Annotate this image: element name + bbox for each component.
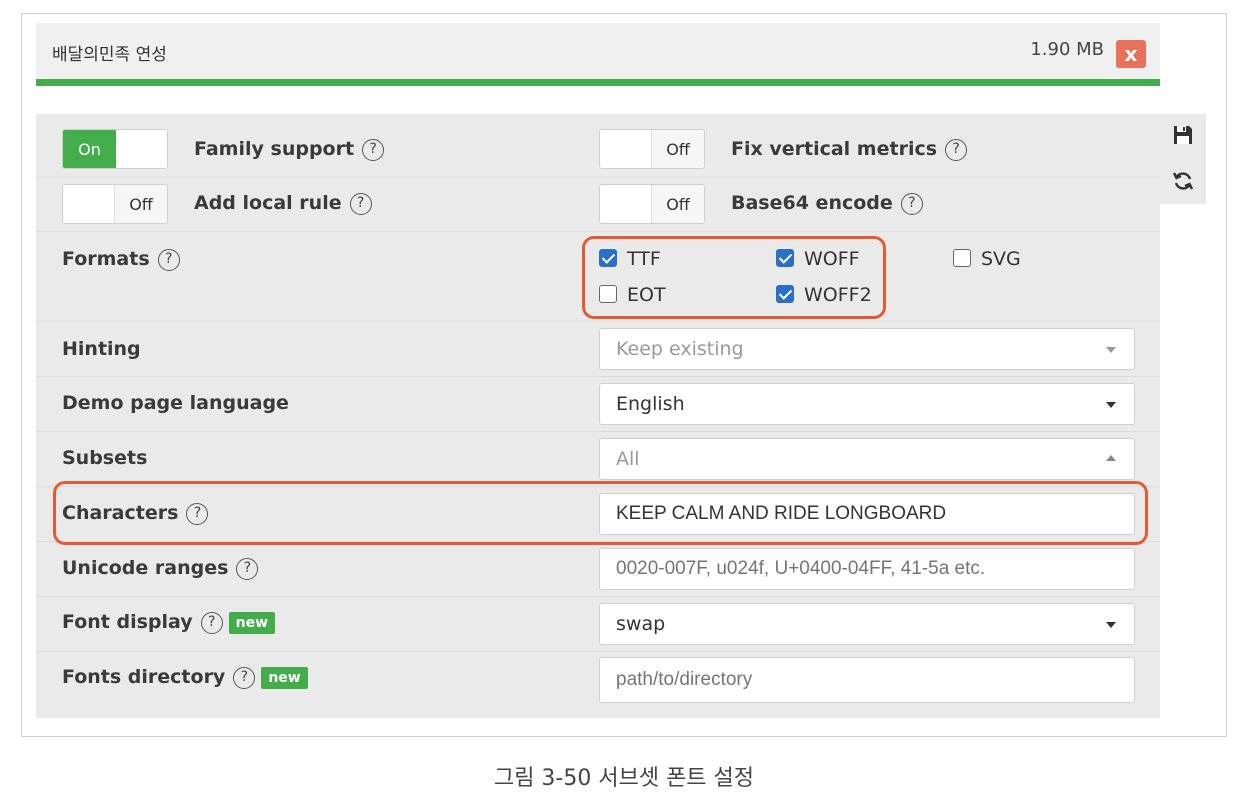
family-support-label: Family support?: [194, 138, 385, 161]
add-local-rule-label: Add local rule?: [194, 192, 372, 215]
help-icon[interactable]: ?: [362, 138, 385, 161]
help-icon[interactable]: ?: [349, 192, 372, 215]
formats-label: Formats?: [62, 248, 180, 271]
checkbox-checked-icon: [599, 249, 617, 267]
save-icon[interactable]: [1172, 124, 1194, 146]
format-woff-checkbox[interactable]: WOFF: [776, 248, 860, 270]
fonts-directory-input[interactable]: [599, 657, 1135, 703]
help-icon[interactable]: ?: [900, 192, 923, 215]
hinting-label: Hinting: [62, 338, 141, 360]
demo-language-select[interactable]: English: [599, 383, 1135, 425]
format-eot-checkbox[interactable]: EOT: [599, 284, 666, 306]
file-size: 1.90 MB: [1030, 39, 1104, 60]
help-icon[interactable]: ?: [200, 611, 223, 634]
characters-input[interactable]: [599, 493, 1135, 535]
fix-vertical-metrics-label: Fix vertical metrics?: [731, 138, 968, 161]
fonts-directory-label: Fonts directory? new: [62, 666, 308, 689]
toggle-state: Off: [651, 185, 704, 223]
chevron-down-icon: [1106, 347, 1116, 353]
font-display-label: Font display? new: [62, 611, 276, 634]
figure-caption: 그림 3-50 서브셋 폰트 설정: [493, 766, 755, 791]
unicode-ranges-input[interactable]: [599, 548, 1135, 590]
help-icon[interactable]: ?: [945, 138, 968, 161]
format-svg-checkbox[interactable]: SVG: [953, 248, 1021, 270]
chevron-down-icon: [1106, 402, 1116, 408]
help-icon[interactable]: ?: [236, 557, 259, 580]
chevron-up-icon: [1106, 455, 1116, 461]
hinting-select[interactable]: Keep existing: [599, 328, 1135, 370]
new-badge: new: [228, 611, 276, 634]
upload-progress-bar: [36, 79, 1160, 86]
subsets-select[interactable]: All: [599, 438, 1135, 480]
toggle-state: On: [63, 130, 116, 168]
demo-language-value: English: [616, 393, 685, 415]
toggle-state: Off: [114, 185, 167, 223]
base64-encode-label: Base64 encode?: [731, 192, 923, 215]
font-display-value: swap: [616, 613, 666, 635]
subsets-label: Subsets: [62, 447, 148, 469]
format-ttf-checkbox[interactable]: TTF: [599, 248, 661, 270]
chevron-down-icon: [1106, 622, 1116, 628]
new-badge: new: [261, 666, 308, 689]
demo-language-label: Demo page language: [62, 392, 289, 414]
help-icon[interactable]: ?: [157, 248, 180, 271]
font-file-header: 배달의민족 연성 1.90 MB x: [36, 23, 1160, 79]
family-support-toggle[interactable]: On: [62, 129, 168, 169]
hinting-value: Keep existing: [616, 338, 744, 360]
add-local-rule-toggle[interactable]: Off: [62, 184, 168, 224]
font-name: 배달의민족 연성: [52, 45, 167, 65]
subsets-value: All: [616, 448, 640, 470]
side-toolbar: [1160, 114, 1206, 204]
unicode-label: Unicode ranges?: [62, 557, 259, 580]
help-icon[interactable]: ?: [233, 666, 256, 689]
close-icon[interactable]: x: [1116, 40, 1146, 68]
checkbox-empty-icon: [953, 249, 971, 267]
format-woff2-checkbox[interactable]: WOFF2: [776, 284, 872, 306]
checkbox-checked-icon: [776, 249, 794, 267]
refresh-icon[interactable]: [1172, 170, 1194, 192]
toggle-state: Off: [651, 130, 704, 168]
base64-encode-toggle[interactable]: Off: [599, 184, 705, 224]
help-icon[interactable]: ?: [186, 502, 209, 525]
fix-vertical-metrics-toggle[interactable]: Off: [599, 129, 705, 169]
checkbox-checked-icon: [776, 285, 794, 303]
checkbox-empty-icon: [599, 285, 617, 303]
font-display-select[interactable]: swap: [599, 603, 1135, 645]
characters-label: Characters?: [62, 502, 209, 525]
